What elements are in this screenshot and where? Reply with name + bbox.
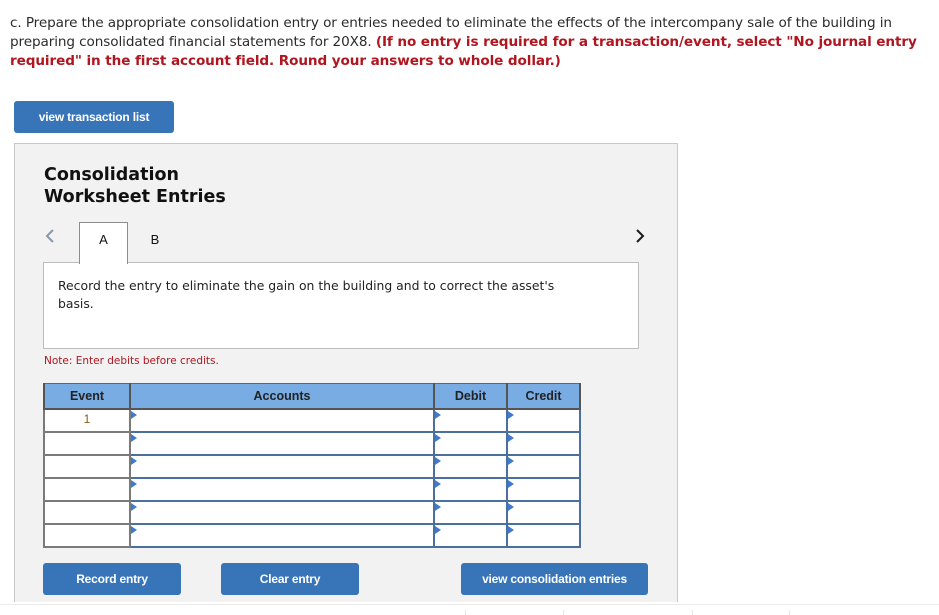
instruction-box: Record the entry to eliminate the gain o… (43, 262, 639, 349)
account-input[interactable] (129, 408, 435, 433)
clear-entry-button[interactable]: Clear entry (221, 563, 359, 595)
account-input[interactable] (129, 454, 435, 479)
credit-input[interactable] (506, 477, 581, 502)
table-header-row: Event Accounts Debit Credit (43, 383, 581, 410)
note-text: Note: Enter debits before credits. (44, 355, 219, 367)
event-cell: 1 (43, 408, 131, 433)
tab-b[interactable]: B (143, 222, 167, 256)
debit-input[interactable] (433, 431, 508, 456)
account-input[interactable] (129, 477, 435, 502)
table-row (43, 500, 581, 525)
table-row (43, 431, 581, 456)
view-transaction-list-button[interactable]: view transaction list (14, 101, 174, 133)
event-cell (43, 500, 131, 525)
event-cell (43, 431, 131, 456)
debit-input[interactable] (433, 454, 508, 479)
divider-tick (563, 610, 564, 615)
chevron-right-icon[interactable] (635, 228, 645, 244)
header-accounts: Accounts (129, 383, 435, 410)
credit-input[interactable] (506, 408, 581, 433)
divider-tick (465, 610, 466, 615)
divider-tick (789, 610, 790, 615)
credit-input[interactable] (506, 523, 581, 548)
account-input[interactable] (129, 523, 435, 548)
instruction-text: Record the entry to eliminate the gain o… (58, 278, 555, 311)
event-cell (43, 477, 131, 502)
table-row (43, 523, 581, 548)
consolidation-worksheet-panel: Consolidation Worksheet Entries A B Reco… (14, 143, 678, 602)
event-cell (43, 523, 131, 548)
header-event: Event (43, 383, 131, 410)
debit-input[interactable] (433, 500, 508, 525)
divider (0, 604, 939, 605)
table-row (43, 454, 581, 479)
divider-tick (692, 610, 693, 615)
question-text: c. Prepare the appropriate consolidation… (10, 14, 930, 71)
debit-input[interactable] (433, 408, 508, 433)
tab-a[interactable]: A (79, 222, 128, 264)
header-debit: Debit (433, 383, 508, 410)
credit-input[interactable] (506, 454, 581, 479)
panel-title: Consolidation Worksheet Entries (44, 164, 226, 208)
record-entry-button[interactable]: Record entry (43, 563, 181, 595)
chevron-left-icon[interactable] (45, 228, 55, 244)
panel-title-line1: Consolidation (44, 165, 179, 185)
header-credit: Credit (506, 383, 581, 410)
panel-title-line2: Worksheet Entries (44, 187, 226, 207)
view-consolidation-entries-button[interactable]: view consolidation entries (461, 563, 648, 595)
table-row: 1 (43, 408, 581, 433)
event-cell (43, 454, 131, 479)
debit-input[interactable] (433, 477, 508, 502)
journal-entry-table: Event Accounts Debit Credit 1 (43, 383, 581, 548)
account-input[interactable] (129, 500, 435, 525)
table-row (43, 477, 581, 502)
credit-input[interactable] (506, 500, 581, 525)
credit-input[interactable] (506, 431, 581, 456)
account-input[interactable] (129, 431, 435, 456)
debit-input[interactable] (433, 523, 508, 548)
